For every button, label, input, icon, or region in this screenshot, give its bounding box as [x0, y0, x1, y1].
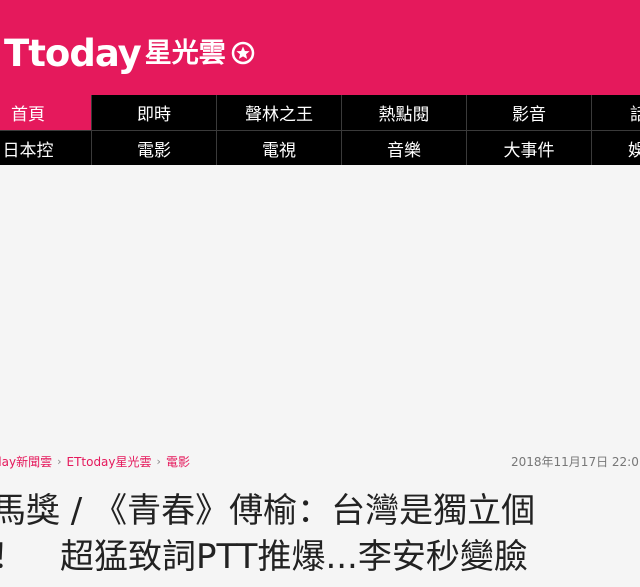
nav-item-japan[interactable]: 日本控 — [0, 131, 92, 165]
nav-item-video[interactable]: 影音 — [467, 95, 592, 130]
nav-item-realtime[interactable]: 即時 — [92, 95, 217, 130]
nav-item-big-event[interactable]: 大事件 — [467, 131, 592, 165]
breadcrumb: day新聞雲 › ETtoday星光雲 › 電影 — [0, 452, 190, 470]
ad-placeholder — [0, 165, 640, 445]
page: Ttoday 星光雲 首頁 即時 聲林之王 熱點閱 影音 話 日本控 電影 電視… — [0, 0, 640, 587]
breadcrumb-item-movie[interactable]: 電影 — [166, 453, 190, 470]
nav-item-movie[interactable]: 電影 — [92, 131, 217, 165]
star-badge-icon — [231, 41, 255, 65]
nav-row-primary: 首頁 即時 聲林之王 熱點閱 影音 話 — [0, 95, 640, 130]
nav-row-secondary: 日本控 電影 電視 音樂 大事件 娛 — [0, 130, 640, 165]
logo-subtitle: 星光雲 — [144, 37, 226, 69]
chevron-right-icon: › — [57, 454, 62, 468]
chevron-right-icon: › — [156, 454, 161, 468]
nav-item-voice-king[interactable]: 聲林之王 — [217, 95, 342, 130]
nav-item-tv[interactable]: 電視 — [217, 131, 342, 165]
publish-date: 2018年11月17日 22:0 — [511, 454, 639, 469]
nav-item-home[interactable]: 首頁 — [0, 95, 92, 130]
main-nav: 首頁 即時 聲林之王 熱點閱 影音 話 日本控 電影 電視 音樂 大事件 娛 — [0, 95, 640, 165]
headline-line-1: 馬獎 / 《青春》傅榆：台灣是獨立個 — [0, 491, 536, 531]
nav-item-more-2[interactable]: 娛 — [592, 131, 640, 165]
headline-line-2: ！ 超猛致詞PTT推爆...李安秒變臉 — [0, 537, 528, 577]
site-logo[interactable]: Ttoday 星光雲 — [4, 30, 255, 76]
nav-item-hot-read[interactable]: 熱點閱 — [342, 95, 467, 130]
nav-item-music[interactable]: 音樂 — [342, 131, 467, 165]
breadcrumb-item-star[interactable]: ETtoday星光雲 — [66, 453, 151, 470]
logo-text: Ttoday — [4, 31, 142, 75]
breadcrumb-item-news[interactable]: day新聞雲 — [0, 453, 52, 470]
article-headline: 馬獎 / 《青春》傅榆：台灣是獨立個 ！ 超猛致詞PTT推爆...李安秒變臉 — [0, 488, 640, 580]
nav-item-more-1[interactable]: 話 — [592, 95, 640, 130]
site-header: Ttoday 星光雲 — [0, 0, 640, 95]
